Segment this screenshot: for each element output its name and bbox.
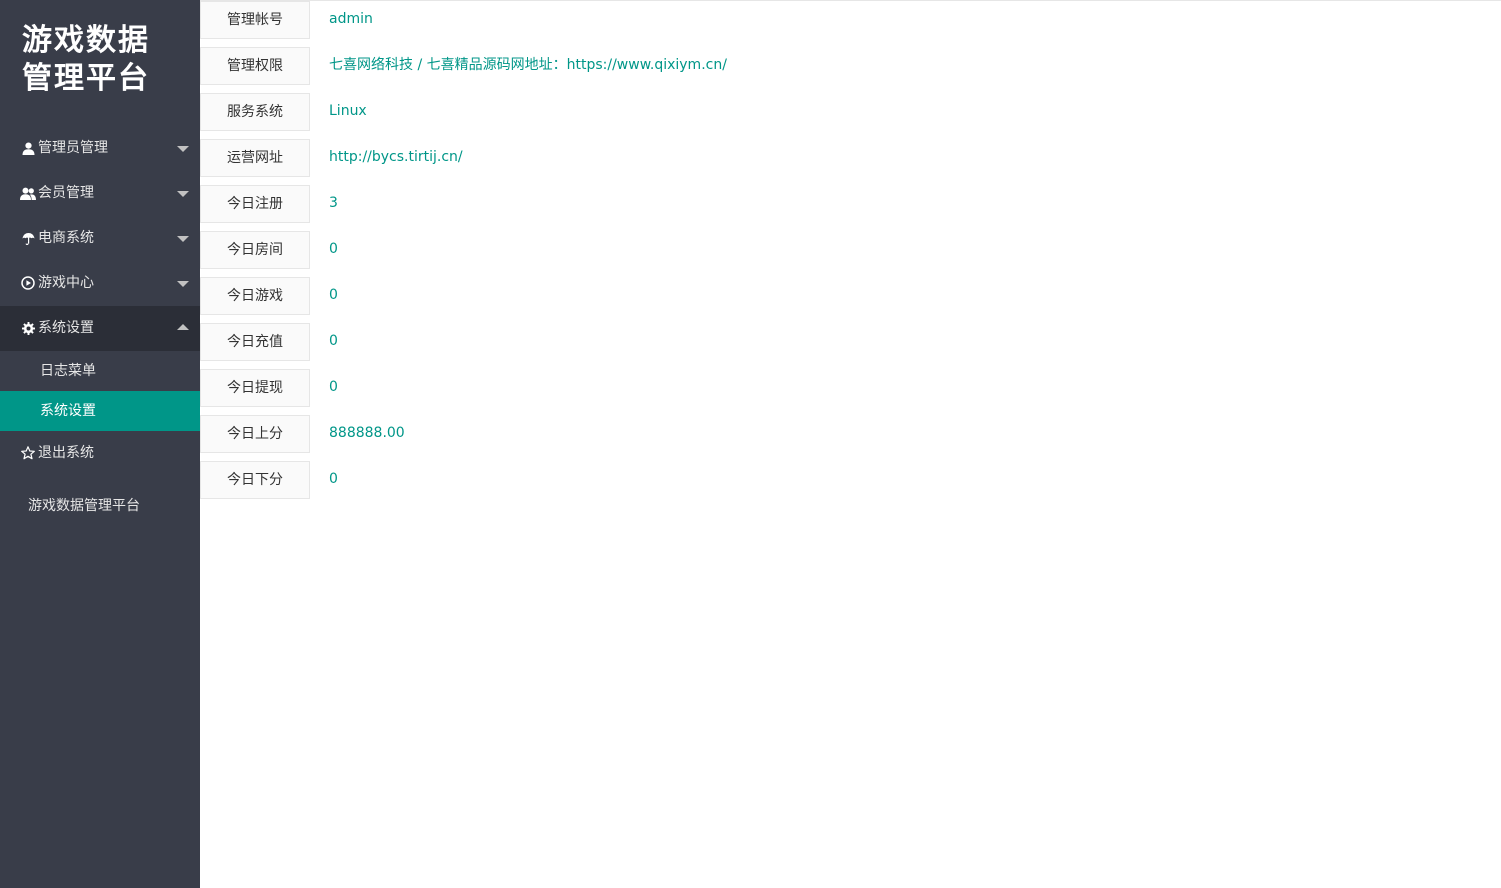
logo-line-1: 游戏数据	[22, 23, 150, 58]
umbrella-icon	[20, 230, 36, 246]
nav-item-member-management[interactable]: 会员管理	[0, 171, 200, 216]
nav-item-admin-management[interactable]: 管理员管理	[0, 126, 200, 171]
nav-item-logout[interactable]: 退出系统	[0, 431, 200, 476]
info-value: 0	[329, 379, 338, 395]
logo: 游戏数据 管理平台	[22, 22, 192, 98]
chevron-down-icon	[177, 146, 189, 152]
submenu-item-label: 系统设置	[40, 403, 96, 419]
submenu-item-system-settings[interactable]: 系统设置	[0, 391, 200, 431]
info-value: admin	[329, 11, 373, 27]
info-row-admin-account: 管理帐号 admin	[200, 1, 1501, 39]
info-label: 今日注册	[200, 185, 310, 223]
info-value: 0	[329, 333, 338, 349]
info-row-today-rooms: 今日房间 0	[200, 231, 1501, 269]
nav-item-system-settings[interactable]: 系统设置	[0, 306, 200, 351]
chevron-down-icon	[177, 236, 189, 242]
main-content: 管理帐号 admin 管理权限 七喜网络科技 / 七喜精品源码网地址：https…	[200, 0, 1501, 888]
info-value: 888888.00	[329, 425, 405, 441]
info-row-today-recharge: 今日充值 0	[200, 323, 1501, 361]
info-value: http://bycs.tirtij.cn/	[329, 149, 463, 165]
nav-item-label: 会员管理	[38, 185, 94, 201]
info-label: 今日游戏	[200, 277, 310, 315]
info-row-admin-permission: 管理权限 七喜网络科技 / 七喜精品源码网地址：https://www.qixi…	[200, 47, 1501, 85]
side-nav: 管理员管理 会员管理 电商系统 游戏中心 系统设置 日志菜单 系统设置 退出系统	[0, 126, 200, 476]
gear-icon	[20, 320, 36, 336]
nav-item-game-center[interactable]: 游戏中心	[0, 261, 200, 306]
info-row-today-register: 今日注册 3	[200, 185, 1501, 223]
chevron-down-icon	[177, 281, 189, 287]
submenu-item-log-menu[interactable]: 日志菜单	[0, 351, 200, 391]
user-icon	[20, 140, 36, 156]
info-label: 今日房间	[200, 231, 310, 269]
users-icon	[20, 185, 36, 201]
star-outline-icon	[20, 445, 36, 461]
info-label: 运营网址	[200, 139, 310, 177]
info-value: 0	[329, 471, 338, 487]
info-row-today-games: 今日游戏 0	[200, 277, 1501, 315]
nav-item-label: 退出系统	[38, 445, 94, 461]
system-settings-submenu: 日志菜单 系统设置	[0, 351, 200, 431]
info-value: 3	[329, 195, 338, 211]
info-row-server-system: 服务系统 Linux	[200, 93, 1501, 131]
info-label: 今日提现	[200, 369, 310, 407]
info-label: 服务系统	[200, 93, 310, 131]
info-value: 0	[329, 241, 338, 257]
app-layout: 游戏数据 管理平台 管理员管理 会员管理 电商系统 游戏中心 系统设置 日志菜单…	[0, 0, 1501, 888]
info-label: 今日下分	[200, 461, 310, 499]
info-label: 管理帐号	[200, 1, 310, 39]
chevron-up-icon	[177, 324, 189, 330]
nav-item-label: 游戏中心	[38, 275, 94, 291]
info-row-today-score-down: 今日下分 0	[200, 461, 1501, 499]
nav-item-label: 电商系统	[38, 230, 94, 246]
submenu-item-label: 日志菜单	[40, 363, 96, 379]
info-value: Linux	[329, 103, 367, 119]
play-circle-icon	[20, 275, 36, 291]
info-row-today-score-up: 今日上分 888888.00	[200, 415, 1501, 453]
info-label: 今日充值	[200, 323, 310, 361]
info-value: 0	[329, 287, 338, 303]
info-label: 今日上分	[200, 415, 310, 453]
chevron-down-icon	[177, 191, 189, 197]
nav-item-ecommerce[interactable]: 电商系统	[0, 216, 200, 261]
logo-line-2: 管理平台	[22, 61, 150, 96]
info-label: 管理权限	[200, 47, 310, 85]
nav-item-label: 系统设置	[38, 320, 94, 336]
info-value: 七喜网络科技 / 七喜精品源码网地址：https://www.qixiym.cn…	[329, 57, 727, 73]
sidebar-footer-text: 游戏数据管理平台	[28, 498, 140, 514]
sidebar: 游戏数据 管理平台 管理员管理 会员管理 电商系统 游戏中心 系统设置 日志菜单…	[0, 0, 200, 888]
info-row-today-withdraw: 今日提现 0	[200, 369, 1501, 407]
nav-item-label: 管理员管理	[38, 140, 108, 156]
info-row-operation-url: 运营网址 http://bycs.tirtij.cn/	[200, 139, 1501, 177]
